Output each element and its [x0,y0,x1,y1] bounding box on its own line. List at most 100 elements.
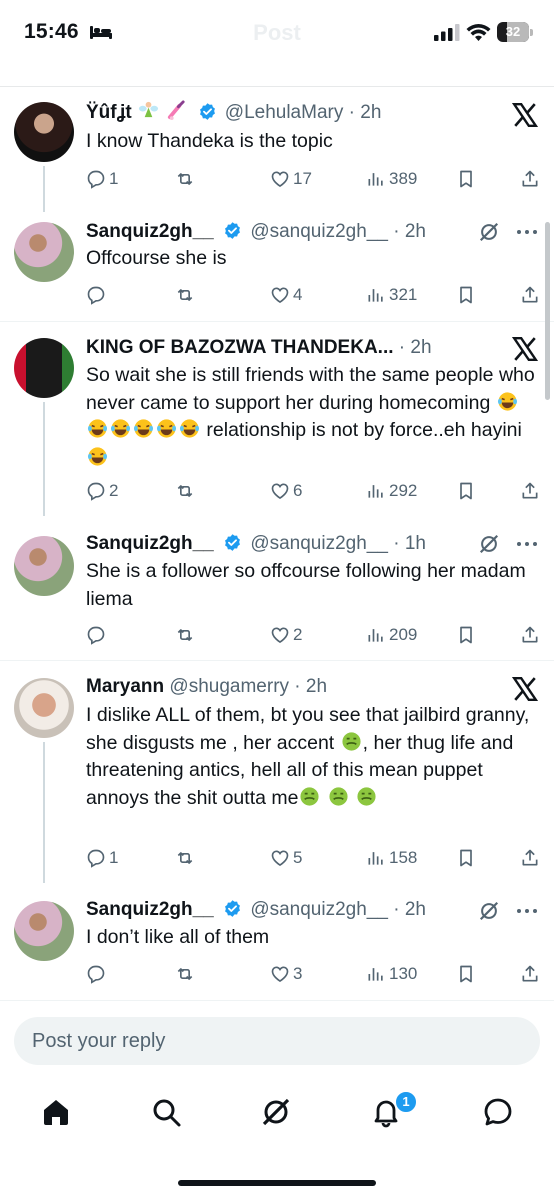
tweet-actions: 3 130 [86,962,546,986]
views-button[interactable]: 158 [366,846,417,870]
like-button[interactable]: 17 [270,167,312,191]
bookmark-button[interactable] [456,846,476,870]
heart-icon [271,171,289,188]
more-icon[interactable] [516,229,538,235]
views-button[interactable]: 209 [366,623,417,647]
avatar[interactable] [14,536,74,596]
bookmark-icon [460,965,472,983]
share-button[interactable] [520,623,540,647]
display-name[interactable]: Ÿûfʝt [86,102,132,123]
bookmark-button[interactable] [456,283,476,307]
share-button[interactable] [520,167,540,191]
handle[interactable]: @shugamerry [169,676,289,697]
bookmark-icon [460,170,472,188]
reply-input[interactable]: Post your reply [14,1017,540,1065]
reply-icon [87,965,105,984]
timestamp[interactable]: 1h [405,533,426,554]
display-name[interactable]: KING OF BAZOZWA THANDEKA... [86,337,394,358]
like-button[interactable]: 5 [270,846,302,870]
display-name[interactable]: Maryann [86,676,164,697]
reply-button[interactable]: 2 [86,479,118,503]
display-name[interactable]: Sanquiz2gh__ [86,899,214,920]
timestamp[interactable]: 2h [405,899,426,920]
views-button[interactable]: 130 [366,962,417,986]
share-button[interactable] [520,479,540,503]
repost-button[interactable] [175,846,198,870]
nav-home[interactable] [40,1096,72,1128]
grok-icon[interactable] [478,900,500,922]
repost-button[interactable] [175,479,198,503]
repost-icon [177,968,193,980]
share-button[interactable] [520,846,540,870]
share-button[interactable] [520,283,540,307]
repost-icon [177,173,193,185]
repost-button[interactable] [175,623,198,647]
timestamp[interactable]: 2h [410,337,431,358]
avatar[interactable] [14,222,74,282]
handle[interactable]: @sanquiz2gh__ [250,533,388,554]
reply-button[interactable]: 1 [86,846,118,870]
share-icon [522,965,538,982]
reply-button[interactable] [86,283,109,307]
scrollbar[interactable] [545,222,550,400]
display-name[interactable]: Sanquiz2gh__ [86,533,214,554]
reply-button[interactable] [86,623,109,647]
nav-grok[interactable] [260,1096,292,1128]
repost-button[interactable] [175,962,198,986]
views-button[interactable]: 292 [366,479,417,503]
bookmark-icon [460,626,472,644]
like-button[interactable]: 6 [270,479,302,503]
tweet[interactable]: Sanquiz2gh__ @sanquiz2gh__ · 1h She is a… [0,516,554,660]
tweet-text: She is a follower so offcourse following… [86,560,526,610]
tweet-text: So wait she is still friends with the sa… [86,362,538,472]
tweet[interactable]: Sanquiz2gh__ @sanquiz2gh__ · 2h Offcours… [0,212,554,320]
bookmark-button[interactable] [456,623,476,647]
views-count: 158 [389,848,418,867]
tweet[interactable]: Ÿûfʝt @LehulaMary · 2h I know Thandeka i… [0,96,554,212]
avatar[interactable] [14,901,74,961]
tweet[interactable]: Sanquiz2gh__ @sanquiz2gh__ · 2h I don’t … [0,883,554,999]
like-button[interactable]: 3 [270,962,302,986]
laughing-emoji [155,419,178,441]
like-button[interactable]: 4 [270,283,302,307]
bookmark-button[interactable] [456,479,476,503]
like-count: 2 [293,625,303,644]
grok-icon[interactable] [478,533,500,555]
tweet-actions: 1 5 158 [86,846,546,870]
more-icon[interactable] [516,908,538,914]
more-icon[interactable] [516,541,538,547]
timestamp[interactable]: 2h [306,676,327,697]
repost-button[interactable] [175,283,198,307]
handle[interactable]: @LehulaMary [225,102,344,123]
tweet[interactable]: Maryann @shugamerry · 2h I dislike ALL o… [0,661,554,883]
bookmark-button[interactable] [456,167,476,191]
handle[interactable]: @sanquiz2gh__ [250,221,388,242]
tweet-text: Offcourse she is [86,247,227,269]
avatar[interactable] [14,102,74,162]
like-button[interactable]: 2 [270,623,302,647]
avatar[interactable] [14,678,74,738]
bookmark-button[interactable] [456,962,476,986]
handle[interactable]: @sanquiz2gh__ [250,899,388,920]
views-count: 321 [389,285,418,304]
tweet-header: Sanquiz2gh__ @sanquiz2gh__ · 2h [86,221,426,242]
share-button[interactable] [520,962,540,986]
avatar[interactable] [14,338,74,398]
tweet-text: I dislike ALL of them, bt you see that j… [86,704,530,809]
tweet-actions: 4 321 [86,283,546,307]
display-name[interactable]: Sanquiz2gh__ [86,221,214,242]
repost-icon [177,852,193,864]
grok-icon[interactable] [478,221,500,243]
tweet[interactable]: KING OF BAZOZWA THANDEKA... · 2h So wait… [0,322,554,516]
nav-search[interactable] [150,1096,182,1128]
timestamp[interactable]: 2h [405,221,426,242]
share-icon [522,286,538,303]
views-button[interactable]: 389 [366,167,417,191]
nav-messages[interactable] [482,1096,514,1128]
views-button[interactable]: 321 [366,283,417,307]
timestamp[interactable]: 2h [360,102,381,123]
reply-button[interactable]: 1 [86,167,118,191]
bookmark-icon [460,849,472,867]
reply-button[interactable] [86,962,109,986]
repost-button[interactable] [175,167,198,191]
